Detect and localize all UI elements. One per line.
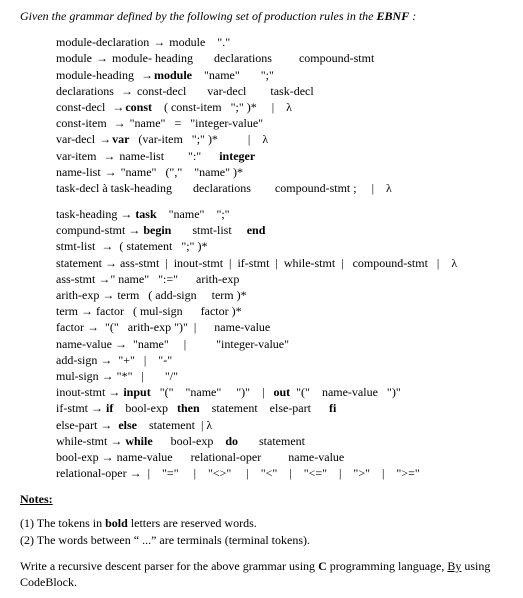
grammar-rule: var-item → name-list ":" integer <box>56 148 503 164</box>
grammar-block-b: task-heading → task "name" ";"compund-st… <box>56 206 503 481</box>
grammar-rule: const-item → "name" = "integer-value" <box>56 115 503 131</box>
grammar-rule: bool-exp → name-value relational-oper na… <box>56 449 503 465</box>
grammar-rule: module-heading →module "name" ";" <box>56 67 503 83</box>
title-text: Given the grammar defined by the followi… <box>20 9 377 23</box>
grammar-rule: task-decl à task-heading declarations co… <box>56 180 503 196</box>
notes-heading: Notes: <box>20 491 503 507</box>
grammar-rule: add-sign → "+" | "-" <box>56 352 503 368</box>
final-instruction: Write a recursive descent parser for the… <box>20 558 503 590</box>
grammar-rule: task-heading → task "name" ";" <box>56 206 503 222</box>
grammar-rule: term → factor ( mul-sign factor )* <box>56 303 503 319</box>
grammar-rule: while-stmt → while bool-exp do statement <box>56 433 503 449</box>
grammar-rule: name-list → "name" ("," "name" )* <box>56 164 503 180</box>
ebnf-label: EBNF <box>377 9 410 23</box>
grammar-rule: stmt-list → ( statement ";" )* <box>56 238 503 254</box>
note-2: (2) The words between “ ...” are termina… <box>20 532 503 548</box>
note-1: (1) The tokens in bold letters are reser… <box>20 515 503 531</box>
grammar-rule: module → module- heading declarations co… <box>56 50 503 66</box>
notes-list: (1) The tokens in bold letters are reser… <box>20 515 503 547</box>
grammar-rule: factor → "(" arith-exp ")" | name-value <box>56 319 503 335</box>
grammar-rule: module-declaration → module "." <box>56 34 503 50</box>
grammar-rule: else-part → else statement | λ <box>56 417 503 433</box>
grammar-rule: arith-exp → term ( add-sign term )* <box>56 287 503 303</box>
grammar-rule: var-decl →var (var-item ";" )* | λ <box>56 131 503 147</box>
grammar-rule: relational-oper → | "=" | "<>" | "<" | "… <box>56 465 503 481</box>
grammar-rule: statement → ass-stmt | inout-stmt | if-s… <box>56 255 503 271</box>
grammar-rule: if-stmt → if bool-exp then statement els… <box>56 400 503 416</box>
grammar-rule: inout-stmt → input "(" "name" ")" | out … <box>56 384 503 400</box>
grammar-rule: ass-stmt →" name" ":=" arith-exp <box>56 271 503 287</box>
title-tail: : <box>409 9 416 23</box>
grammar-rule: compund-stmt → begin stmt-list end <box>56 222 503 238</box>
grammar-block-a: module-declaration → module "."module → … <box>56 34 503 196</box>
grammar-rule: mul-sign → "*" | "/" <box>56 368 503 384</box>
grammar-rule: name-value → "name" | "integer-value" <box>56 336 503 352</box>
grammar-rule: const-decl →const ( const-item ";" )* | … <box>56 99 503 115</box>
title-line: Given the grammar defined by the followi… <box>20 8 503 24</box>
grammar-rule: declarations → const-decl var-decl task-… <box>56 83 503 99</box>
